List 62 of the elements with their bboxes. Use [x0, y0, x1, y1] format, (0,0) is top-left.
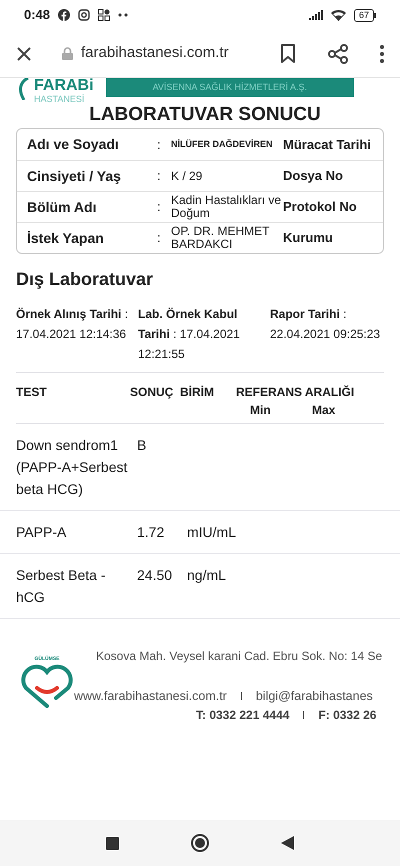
column-header: Max — [312, 402, 336, 419]
back-button-icon[interactable] — [281, 836, 294, 850]
date-info: Rapor Tarihi : 22.04.2021 09:25:23 — [270, 306, 382, 343]
field-label: Bölüm Adı — [26, 198, 98, 216]
address-text: Kosova Mah. Veysel karani Cad. Ebru Sok. No: 14 Se — [95, 648, 382, 665]
lock-icon — [62, 47, 73, 60]
field-value: K / 29 — [171, 170, 204, 182]
field-value: OP. DR. MEHMET BARDAKCI — [171, 225, 270, 251]
date-info: Lab. Örnek Kabul Tarihi : 17.04.2021 12:21:55 — [138, 306, 241, 363]
home-button-icon[interactable] — [191, 834, 209, 852]
signal-icon — [308, 10, 323, 20]
table-cell-text: Down sendrom1 (PAPP-A+Serbest beta HCG) — [16, 436, 128, 499]
field-value: NİLÜFER DAĞDEVİREN — [171, 139, 274, 150]
banner: AVİSENNA SAĞLIK HİZMETLERİ A.Ş. — [106, 78, 354, 97]
column-header: TEST — [16, 384, 48, 401]
field-label: Protokol No — [283, 198, 358, 216]
facebook-icon — [58, 9, 70, 21]
table-cell-text: 24.50 — [137, 566, 174, 585]
url-text[interactable]: farabihastanesi.com.tr — [81, 42, 229, 65]
battery-indicator: 67 — [354, 8, 374, 22]
colon-text: : — [157, 198, 162, 216]
page-title: LABORATUVAR SONUCU — [88, 104, 322, 126]
table-cell-text: Serbest Beta - hCG — [16, 566, 106, 607]
logo-name: FARABi — [34, 78, 94, 94]
menu-icon[interactable] — [380, 44, 384, 62]
email-link[interactable]: bilgi@farabihastanes — [256, 687, 373, 706]
table-cell-text: 1.72 — [137, 523, 166, 542]
recents-button-icon[interactable] — [106, 836, 119, 850]
clock: 0:48 — [24, 6, 50, 24]
field-label: Cinsiyeti / Yaş — [26, 166, 122, 186]
column-header: REFERANS ARALIĞI — [236, 384, 356, 401]
field-value: Kadin Hastalıkları ve Doğum — [171, 194, 282, 220]
share-icon[interactable] — [328, 44, 348, 64]
table-cell-text: mIU/mL — [187, 523, 237, 542]
field-label: Dosya No — [283, 167, 344, 186]
table-cell-text: B — [137, 436, 148, 455]
table-cell-text: PAPP-A — [16, 523, 68, 542]
bookmark-icon[interactable] — [280, 44, 296, 64]
date-info: Örnek Alınış Tarihi : 17.04.2021 12:14:36 — [16, 306, 130, 343]
column-header: BİRİM — [180, 384, 215, 401]
more-notifications-icon — [118, 13, 128, 17]
table-cell-text: ng/mL — [187, 566, 227, 585]
apps-icon — [98, 9, 110, 21]
fax-text: F: 0332 26 — [318, 706, 376, 724]
section-title: Dış Laboratuvar — [15, 268, 154, 291]
field-label: Adı ve Soyadı — [26, 135, 120, 154]
close-icon[interactable] — [16, 46, 32, 62]
colon-text: : — [157, 167, 162, 186]
instagram-icon — [78, 9, 90, 21]
field-label: Müracat Tarihi — [283, 136, 372, 154]
phone-text: T: 0332 221 4444 — [196, 706, 290, 724]
logo-swoosh-icon — [16, 78, 30, 100]
column-header: Min — [250, 402, 272, 419]
website-link[interactable]: www.farabihastanesi.com.tr — [74, 687, 227, 706]
logo-subtitle: HASTANESİ — [34, 94, 86, 104]
wifi-icon — [330, 10, 346, 20]
column-header: SONUÇ — [130, 384, 174, 401]
heart-logo-icon — [20, 662, 74, 708]
colon-text: : — [157, 229, 162, 248]
field-label: İstek Yapan — [26, 228, 105, 248]
colon-text: : — [157, 136, 162, 154]
field-label: Kurumu — [283, 229, 334, 248]
